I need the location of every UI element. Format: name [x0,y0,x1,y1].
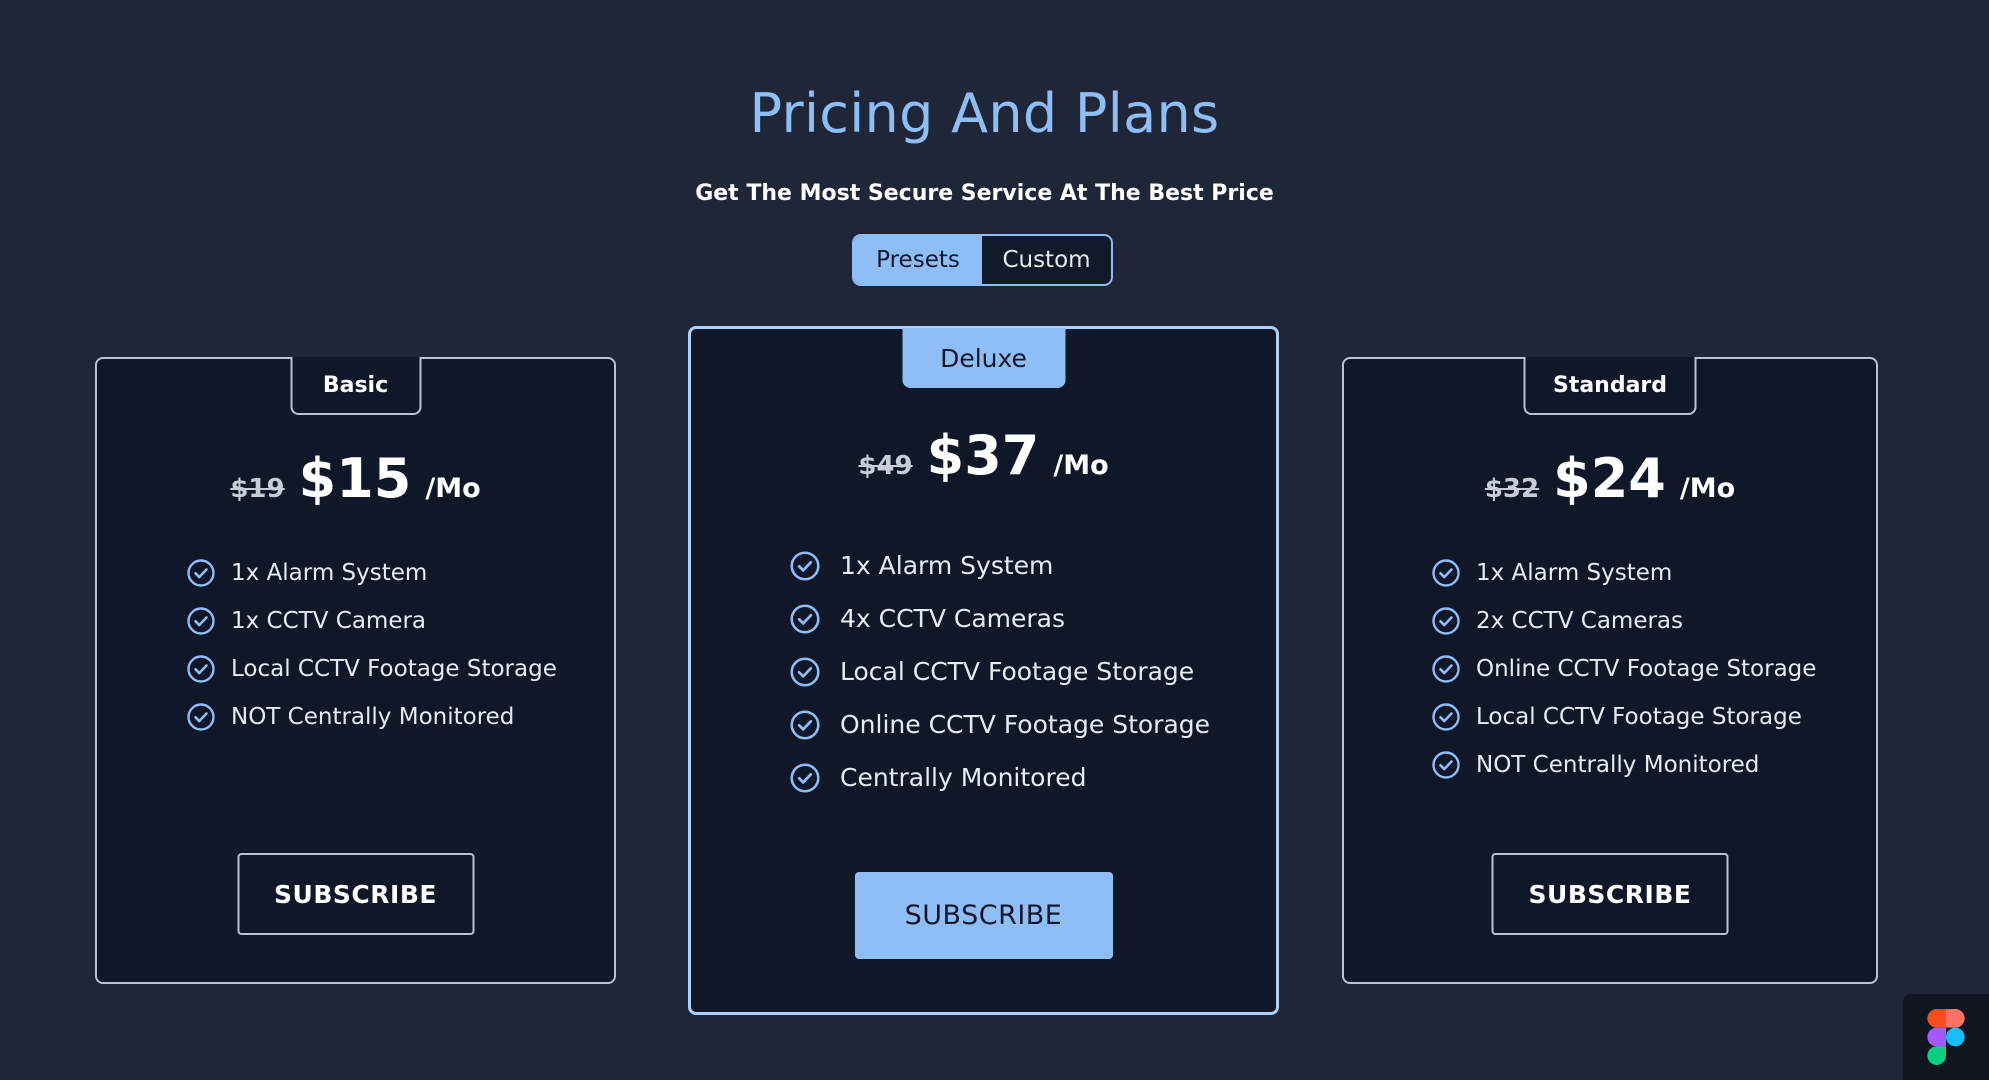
plan-type-toggle: Presets Custom [852,234,1113,286]
feature-label: Local CCTV Footage Storage [231,656,557,682]
feature-list: 1x Alarm System 4x CCTV Cameras Local CCTV… [788,539,1210,804]
price-row: $49 $37 /Mo [691,424,1276,487]
plan-card-basic: Basic $19 $15 /Mo 1x Alarm System 1x CCTV… [95,357,616,984]
feature-label: 1x Alarm System [231,560,428,586]
feature-item: 4x CCTV Cameras [788,592,1210,645]
feature-label: 4x CCTV Cameras [840,604,1066,633]
page-subtitle: Get The Most Secure Service At The Best … [695,181,1274,206]
old-price: $19 [230,474,285,504]
subscribe-button-standard[interactable]: SUBSCRIBE [1491,853,1729,935]
feature-item: Local CCTV Footage Storage [788,645,1210,698]
check-circle-icon [788,761,822,795]
check-circle-icon [788,708,822,742]
figma-logo-icon [1903,994,1989,1080]
feature-label: 1x Alarm System [840,551,1054,580]
current-price: $37 [926,424,1040,487]
feature-item: NOT Centrally Monitored [185,693,557,741]
check-circle-icon [788,602,822,636]
toggle-presets[interactable]: Presets [854,236,982,284]
check-circle-icon [1430,749,1462,781]
feature-item: 1x Alarm System [185,549,557,597]
check-circle-icon [1430,557,1462,589]
feature-item: Online CCTV Footage Storage [788,698,1210,751]
price-period: /Mo [1679,473,1736,504]
feature-item: 1x Alarm System [1430,549,1816,597]
check-circle-icon [185,701,217,733]
current-price: $15 [298,447,412,510]
feature-item: 1x CCTV Camera [185,597,557,645]
feature-label: Centrally Monitored [840,763,1087,792]
price-period: /Mo [1053,450,1109,481]
old-price: $49 [858,451,913,481]
feature-label: Online CCTV Footage Storage [840,710,1211,739]
plan-badge: Standard [1523,357,1697,415]
price-period: /Mo [425,473,481,504]
feature-item: Centrally Monitored [788,751,1210,804]
check-circle-icon [1430,701,1462,733]
feature-item: 1x Alarm System [788,539,1210,592]
price-row: $32 $24 /Mo [1344,447,1876,510]
price-row: $19 $15 /Mo [97,447,614,510]
subscribe-button-basic[interactable]: SUBSCRIBE [237,853,474,935]
feature-item: 2x CCTV Cameras [1430,597,1816,645]
feature-item: NOT Centrally Monitored [1430,741,1816,789]
check-circle-icon [788,655,822,689]
feature-label: 1x CCTV Camera [231,608,427,634]
old-price: $32 [1484,474,1540,504]
check-circle-icon [185,557,217,589]
check-circle-icon [185,653,217,685]
feature-label: Local CCTV Footage Storage [840,657,1195,686]
check-circle-icon [185,605,217,637]
plan-badge: Basic [290,357,421,415]
current-price: $24 [1553,447,1666,510]
plan-badge: Deluxe [902,328,1065,388]
check-circle-icon [788,549,822,583]
feature-list: 1x Alarm System 1x CCTV Camera Local CCTV … [185,549,557,741]
feature-label: 2x CCTV Cameras [1476,608,1684,634]
feature-list: 1x Alarm System 2x CCTV Cameras Online CCT… [1430,549,1816,789]
plan-card-deluxe: Deluxe $49 $37 /Mo 1x Alarm System 4x CCT… [688,326,1279,1015]
toggle-custom[interactable]: Custom [982,236,1111,284]
plan-card-standard: Standard $32 $24 /Mo 1x Alarm System 2x C… [1342,357,1878,984]
feature-item: Local CCTV Footage Storage [1430,693,1816,741]
subscribe-button-deluxe[interactable]: SUBSCRIBE [854,872,1113,959]
feature-label: Local CCTV Footage Storage [1476,704,1802,730]
page-title: Pricing And Plans [749,82,1220,145]
feature-item: Local CCTV Footage Storage [185,645,557,693]
feature-label: 1x Alarm System [1476,560,1673,586]
check-circle-icon [1430,653,1462,685]
feature-label: NOT Centrally Monitored [231,704,515,730]
feature-item: Online CCTV Footage Storage [1430,645,1816,693]
feature-label: NOT Centrally Monitored [1476,752,1760,778]
check-circle-icon [1430,605,1462,637]
feature-label: Online CCTV Footage Storage [1476,656,1817,682]
